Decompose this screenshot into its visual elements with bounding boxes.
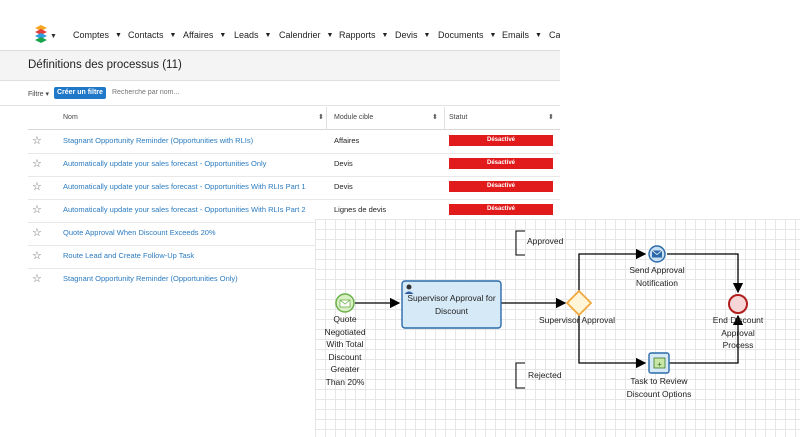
table-row[interactable]: ☆ Automatically update your sales foreca…: [28, 176, 560, 200]
svg-text:+: +: [657, 360, 662, 369]
nav-item-contacts[interactable]: Contacts ▼: [128, 30, 176, 40]
search-input[interactable]: [112, 89, 272, 96]
status-badge: Désactivé: [449, 158, 553, 169]
exclusive-gateway-icon[interactable]: [565, 289, 593, 317]
chevron-down-icon: ▼: [381, 32, 389, 39]
send-notification-label: Send Approval Notification: [629, 265, 685, 288]
sort-icon[interactable]: ⬍: [318, 114, 324, 122]
gateway-label: Supervisor Approval: [538, 315, 616, 325]
approval-task-label: Supervisor Approval for Discount: [407, 293, 496, 316]
sugar-cube-logo-icon[interactable]: ▼: [27, 24, 57, 46]
table-row[interactable]: ☆ Stagnant Opportunity Reminder (Opportu…: [28, 130, 560, 154]
chevron-down-icon: ▼: [115, 32, 122, 39]
process-name-link[interactable]: Stagnant Opportunity Reminder (Opportuni…: [63, 274, 238, 283]
end-event-icon[interactable]: [728, 294, 748, 314]
process-name-link[interactable]: Automatically update your sales forecast…: [63, 182, 306, 191]
target-module: Devis: [334, 159, 353, 168]
nav-item-rapports[interactable]: Rapports ▼: [339, 30, 388, 40]
top-navigation: ▼ Comptes ▼ Contacts ▼ Affaires ▼ Leads ▼ Ca…: [0, 0, 560, 51]
column-header-name[interactable]: Nom: [63, 107, 78, 129]
column-header-module[interactable]: Module cible: [334, 107, 373, 129]
approved-annotation: Approved: [527, 236, 564, 246]
star-icon[interactable]: ☆: [32, 204, 42, 216]
status-badge: Désactivé: [449, 135, 553, 146]
chevron-down-icon: ▼: [264, 32, 272, 39]
annotation-bracket: [515, 230, 525, 256]
process-name-link[interactable]: Route Lead and Create Follow-Up Task: [63, 251, 194, 260]
start-event-label: Quote Negotiated With Total Discount Gre…: [324, 314, 366, 387]
filter-bar: Filtre ▾ Créer un filtre: [0, 81, 560, 106]
column-header-status[interactable]: Statut: [449, 107, 467, 129]
table-row[interactable]: ☆ Automatically update your sales foreca…: [28, 153, 560, 177]
filter-dropdown[interactable]: Filtre ▾: [28, 90, 49, 98]
annotation-bracket: [515, 362, 525, 389]
review-task-icon[interactable]: +: [648, 352, 670, 374]
target-module: Devis: [334, 182, 353, 191]
process-name-link[interactable]: Quote Approval When Discount Exceeds 20%: [63, 228, 216, 237]
nav-item-calendrier[interactable]: Calendrier ▼: [279, 30, 333, 40]
chevron-down-icon: ▼: [535, 32, 542, 39]
star-icon[interactable]: ☆: [32, 181, 42, 193]
nav-item-leads[interactable]: Leads ▼: [234, 30, 271, 40]
star-icon[interactable]: ☆: [32, 227, 42, 239]
chevron-down-icon: ▼: [169, 32, 177, 39]
nav-item-affaires[interactable]: Affaires ▼: [183, 30, 226, 40]
sort-icon[interactable]: ⬍: [432, 114, 438, 122]
chevron-down-icon: ▼: [489, 32, 497, 39]
star-icon[interactable]: ☆: [32, 273, 42, 285]
chevron-down-icon: ▼: [423, 32, 431, 39]
bpmn-diagram-canvas[interactable]: + Quote Negotiated With Total Discount G…: [315, 219, 800, 437]
star-icon[interactable]: ☆: [32, 158, 42, 170]
chevron-down-icon: ▼: [326, 32, 334, 39]
page-title: Définitions des processus (11): [28, 59, 182, 71]
nav-item-emails[interactable]: Emails ▼: [502, 30, 542, 40]
column-divider: [326, 107, 327, 129]
target-module: Affaires: [334, 136, 360, 145]
status-badge: Désactivé: [449, 181, 553, 192]
status-badge: Désactivé: [449, 204, 553, 215]
column-divider: [444, 107, 445, 129]
end-event-label: End Discount Approval Process: [712, 315, 764, 350]
review-task-label: Task to Review Discount Options: [626, 376, 692, 399]
target-module: Lignes de devis: [334, 205, 387, 214]
star-icon[interactable]: ☆: [32, 135, 42, 147]
nav-item-comptes[interactable]: Comptes ▼: [73, 30, 122, 40]
create-filter-button[interactable]: Créer un filtre: [54, 87, 106, 99]
svg-text:▼: ▼: [50, 33, 57, 40]
process-name-link[interactable]: Automatically update your sales forecast…: [63, 205, 306, 214]
rejected-annotation: Rejected: [528, 370, 562, 380]
process-name-link[interactable]: Automatically update your sales forecast…: [63, 159, 266, 168]
process-name-link[interactable]: Stagnant Opportunity Reminder (Opportuni…: [63, 136, 253, 145]
start-event-message-icon[interactable]: [335, 293, 355, 313]
star-icon[interactable]: ☆: [32, 250, 42, 262]
nav-item-documents[interactable]: Documents ▼: [438, 30, 496, 40]
chevron-down-icon: ▼: [219, 32, 227, 39]
nav-item-calendar-cut[interactable]: Ca: [549, 30, 560, 40]
send-message-event-icon[interactable]: [648, 245, 666, 263]
nav-item-devis[interactable]: Devis ▼: [395, 30, 430, 40]
sort-icon[interactable]: ⬍: [548, 114, 554, 122]
